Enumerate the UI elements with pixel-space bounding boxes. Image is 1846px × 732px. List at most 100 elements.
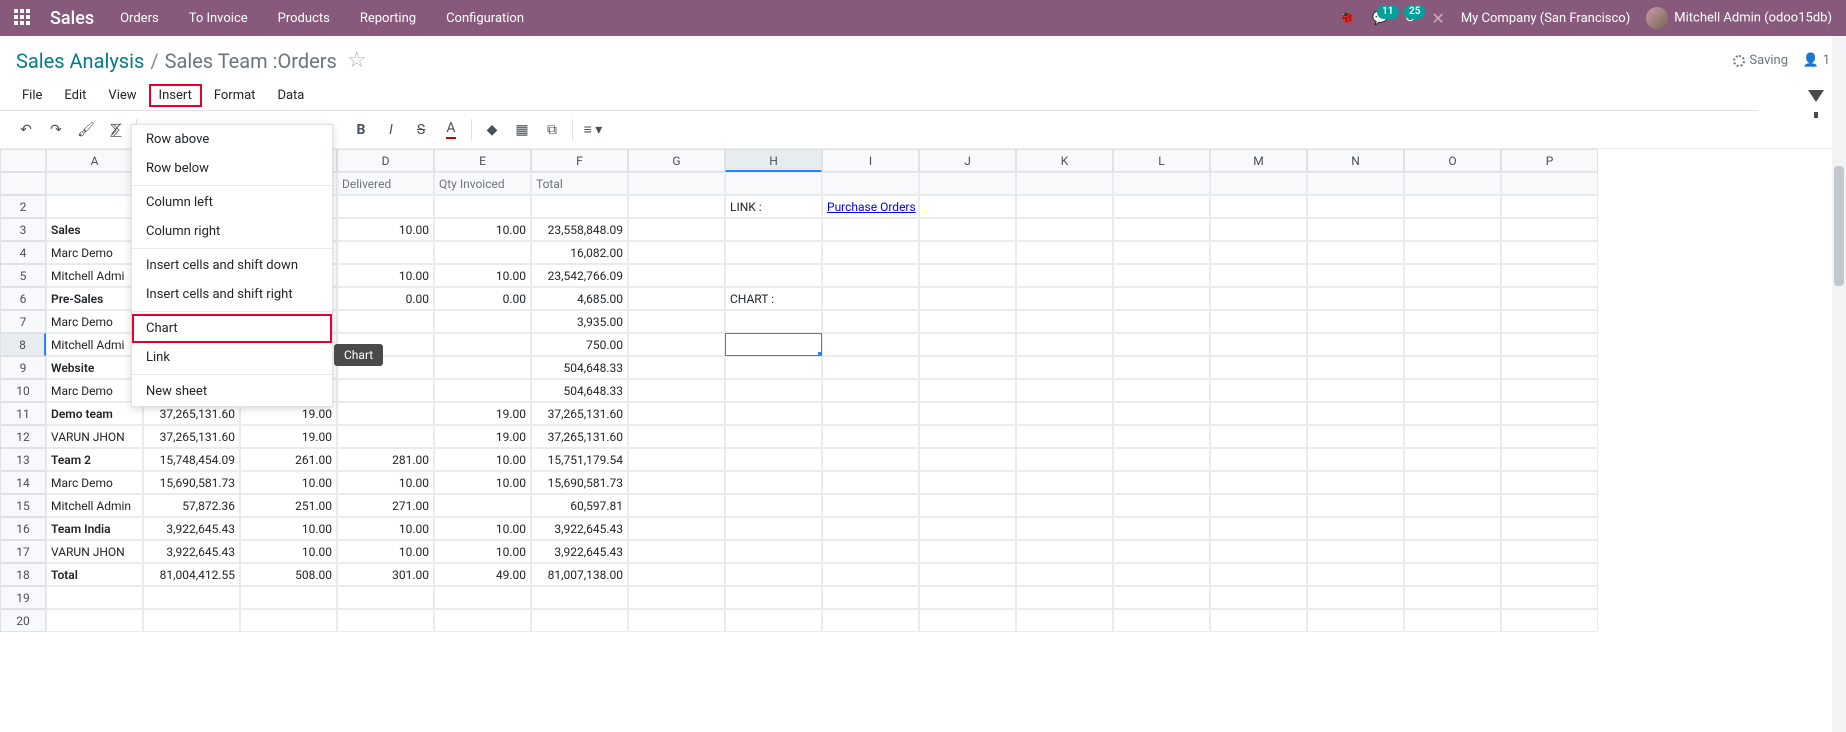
cell-F2[interactable] — [531, 195, 628, 218]
cell-P9[interactable] — [1501, 356, 1598, 379]
cell-J10[interactable] — [919, 379, 1016, 402]
insert-row-below[interactable]: Row below — [132, 154, 332, 183]
insert-row-above[interactable]: Row above — [132, 125, 332, 154]
cell-C17[interactable]: 10.00 — [240, 540, 337, 563]
cell-I15[interactable] — [822, 494, 919, 517]
cell-I11[interactable] — [822, 402, 919, 425]
cell-N15[interactable] — [1307, 494, 1404, 517]
col-header-H[interactable]: H — [725, 149, 822, 172]
header-cell-E[interactable]: Qty Invoiced — [434, 172, 531, 195]
cell-P7[interactable] — [1501, 310, 1598, 333]
cell-A12[interactable]: VARUN JHON — [46, 425, 143, 448]
paint-format-icon[interactable]: 🖌 — [72, 116, 100, 144]
cell-N5[interactable] — [1307, 264, 1404, 287]
cell-H7[interactable] — [725, 310, 822, 333]
cell-A17[interactable]: VARUN JHON — [46, 540, 143, 563]
cell-F13[interactable]: 15,751,179.54 — [531, 448, 628, 471]
cell-O13[interactable] — [1404, 448, 1501, 471]
cell-C16[interactable]: 10.00 — [240, 517, 337, 540]
cell-F6[interactable]: 4,685.00 — [531, 287, 628, 310]
cell-M7[interactable] — [1210, 310, 1307, 333]
cell-O11[interactable] — [1404, 402, 1501, 425]
cell-O15[interactable] — [1404, 494, 1501, 517]
col-header-L[interactable]: L — [1113, 149, 1210, 172]
cell-M2[interactable] — [1210, 195, 1307, 218]
cell-P18[interactable] — [1501, 563, 1598, 586]
cell-E14[interactable]: 10.00 — [434, 471, 531, 494]
cell-D19[interactable] — [337, 586, 434, 609]
cell-K16[interactable] — [1016, 517, 1113, 540]
col-header-M[interactable]: M — [1210, 149, 1307, 172]
corner-cell[interactable] — [0, 149, 46, 172]
cell-E6[interactable]: 0.00 — [434, 287, 531, 310]
cell-J5[interactable] — [919, 264, 1016, 287]
fill-color-icon[interactable]: ◆ — [478, 116, 506, 144]
close-icon[interactable]: ✕ — [1431, 9, 1444, 28]
cell-E20[interactable] — [434, 609, 531, 632]
cell-M8[interactable] — [1210, 333, 1307, 356]
cell-J8[interactable] — [919, 333, 1016, 356]
cell-I18[interactable] — [822, 563, 919, 586]
cell-O16[interactable] — [1404, 517, 1501, 540]
cell-P5[interactable] — [1501, 264, 1598, 287]
cell-P13[interactable] — [1501, 448, 1598, 471]
cell-F14[interactable]: 15,690,581.73 — [531, 471, 628, 494]
cell-M13[interactable] — [1210, 448, 1307, 471]
col-header-D[interactable]: D — [337, 149, 434, 172]
cell-J18[interactable] — [919, 563, 1016, 586]
cell-D4[interactable] — [337, 241, 434, 264]
col-header-I[interactable]: I — [822, 149, 919, 172]
cell-G12[interactable] — [628, 425, 725, 448]
cell-F20[interactable] — [531, 609, 628, 632]
cell-P17[interactable] — [1501, 540, 1598, 563]
cell-H4[interactable] — [725, 241, 822, 264]
cell-H10[interactable] — [725, 379, 822, 402]
cell-D11[interactable] — [337, 402, 434, 425]
cell-A11[interactable]: Demo team — [46, 402, 143, 425]
cell-I7[interactable] — [822, 310, 919, 333]
row-header-20[interactable]: 20 — [0, 609, 46, 632]
menu-insert[interactable]: Insert — [149, 84, 202, 107]
cell-A7[interactable]: Marc Demo — [46, 310, 143, 333]
cell-E18[interactable]: 49.00 — [434, 563, 531, 586]
cell-K6[interactable] — [1016, 287, 1113, 310]
cell-H13[interactable] — [725, 448, 822, 471]
cell-D7[interactable] — [337, 310, 434, 333]
cell-H14[interactable] — [725, 471, 822, 494]
cell-M12[interactable] — [1210, 425, 1307, 448]
cell-F10[interactable]: 504,648.33 — [531, 379, 628, 402]
cell-F4[interactable]: 16,082.00 — [531, 241, 628, 264]
debug-icon[interactable]: 🐞 — [1339, 10, 1356, 26]
cell-G10[interactable] — [628, 379, 725, 402]
cell-F3[interactable]: 23,558,848.09 — [531, 218, 628, 241]
cell-B13[interactable]: 15,748,454.09 — [143, 448, 240, 471]
cell-J20[interactable] — [919, 609, 1016, 632]
header-cell-D[interactable]: Delivered — [337, 172, 434, 195]
cell-A8[interactable]: Mitchell Admi — [46, 333, 143, 356]
breadcrumb-parent[interactable]: Sales Analysis — [16, 49, 144, 73]
cell-M9[interactable] — [1210, 356, 1307, 379]
cell-O2[interactable] — [1404, 195, 1501, 218]
cell-D15[interactable]: 271.00 — [337, 494, 434, 517]
cell-G20[interactable] — [628, 609, 725, 632]
row-header-8[interactable]: 8 — [0, 333, 46, 356]
cell-N18[interactable] — [1307, 563, 1404, 586]
cell-L8[interactable] — [1113, 333, 1210, 356]
cell-O14[interactable] — [1404, 471, 1501, 494]
text-color-icon[interactable]: A — [437, 116, 465, 144]
cell-D17[interactable]: 10.00 — [337, 540, 434, 563]
cell-L2[interactable] — [1113, 195, 1210, 218]
insert-new-sheet[interactable]: New sheet — [132, 377, 332, 406]
cell-L16[interactable] — [1113, 517, 1210, 540]
cell-I14[interactable] — [822, 471, 919, 494]
clear-format-icon[interactable]: ⅀̸ — [102, 116, 130, 144]
cell-F11[interactable]: 37,265,131.60 — [531, 402, 628, 425]
cell-I6[interactable] — [822, 287, 919, 310]
cell-I8[interactable] — [822, 333, 919, 356]
cell-D20[interactable] — [337, 609, 434, 632]
cell-H16[interactable] — [725, 517, 822, 540]
cell-L11[interactable] — [1113, 402, 1210, 425]
cell-G14[interactable] — [628, 471, 725, 494]
cell-M4[interactable] — [1210, 241, 1307, 264]
cell-L6[interactable] — [1113, 287, 1210, 310]
